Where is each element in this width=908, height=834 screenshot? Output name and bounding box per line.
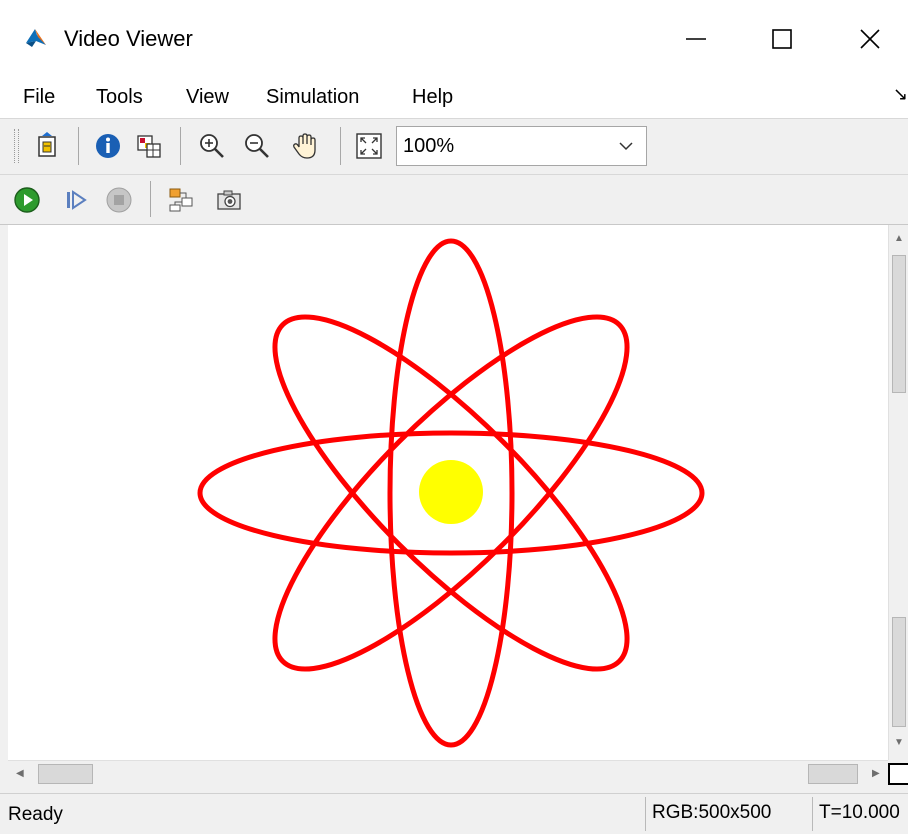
- stop-button[interactable]: [102, 183, 136, 217]
- menu-view[interactable]: View: [186, 82, 229, 112]
- scroll-down-arrow-icon[interactable]: ▼: [894, 737, 904, 748]
- vertical-scroll-thumb[interactable]: [892, 255, 906, 393]
- title-bar: Video Viewer: [0, 0, 908, 78]
- horizontal-scroll-thumb[interactable]: [38, 764, 93, 784]
- toolbar-simulation: [0, 175, 908, 225]
- minimize-button[interactable]: [652, 0, 740, 78]
- menu-help[interactable]: Help: [412, 82, 453, 112]
- menu-simulation[interactable]: Simulation: [266, 82, 359, 112]
- chevron-down-icon: [619, 142, 633, 151]
- status-bar: Ready RGB:500x500 T=10.000: [0, 793, 908, 834]
- zoom-level-dropdown[interactable]: 100%: [396, 126, 647, 166]
- zoom-out-button[interactable]: [240, 129, 274, 163]
- scroll-right-arrow-icon[interactable]: ▶: [872, 768, 880, 779]
- resize-corner[interactable]: [888, 763, 908, 785]
- toolbar-separator: [78, 127, 79, 165]
- run-button[interactable]: [10, 183, 44, 217]
- snapshot-camera-icon: [217, 190, 241, 210]
- zoom-in-icon: [200, 134, 224, 158]
- pan-button[interactable]: [288, 129, 322, 163]
- highlight-block-button[interactable]: [164, 183, 198, 217]
- menu-tools[interactable]: Tools: [96, 82, 143, 112]
- fit-to-view-button[interactable]: [352, 129, 386, 163]
- menu-file[interactable]: File: [23, 82, 55, 112]
- run-icon: [14, 187, 40, 213]
- toolbar-separator: [340, 127, 341, 165]
- toolbar-separator: [180, 127, 181, 165]
- info-button[interactable]: [91, 129, 125, 163]
- status-time: T=10.000: [812, 797, 908, 831]
- dock-arrow-icon[interactable]: ↘: [893, 84, 908, 105]
- status-text: Ready: [8, 804, 63, 825]
- pixel-region-icon: [137, 135, 161, 158]
- zoom-level-value: 100%: [403, 135, 455, 157]
- zoom-in-button[interactable]: [195, 129, 229, 163]
- video-display[interactable]: [8, 225, 888, 760]
- video-viewer-window: Video Viewer File Tools View Simulation …: [0, 0, 908, 834]
- info-icon: [96, 134, 120, 158]
- matlab-app-icon: [23, 25, 49, 51]
- scroll-left-arrow-icon[interactable]: ◀: [16, 768, 24, 779]
- maximize-button[interactable]: [738, 0, 826, 78]
- vertical-scrollbar[interactable]: ▲ ▼: [888, 225, 908, 760]
- stop-icon: [106, 187, 132, 213]
- minimize-icon: [686, 38, 706, 40]
- menu-bar: File Tools View Simulation Help ↘: [0, 78, 908, 118]
- maximize-icon: [772, 29, 792, 49]
- highlight-block-icon: [169, 188, 193, 212]
- zoom-out-icon: [245, 134, 269, 158]
- parameters-button[interactable]: [30, 129, 64, 163]
- horizontal-scroll-thumb-right[interactable]: [808, 764, 858, 784]
- toolbar-main: 100%: [0, 118, 908, 175]
- status-resolution: RGB:500x500: [645, 797, 811, 831]
- snapshot-button[interactable]: [212, 183, 246, 217]
- close-icon: [860, 29, 880, 49]
- horizontal-scrollbar[interactable]: ◀ ▶: [8, 760, 888, 786]
- pixel-region-button[interactable]: [132, 129, 166, 163]
- step-forward-button[interactable]: [58, 183, 92, 217]
- vertical-scroll-thumb-lower[interactable]: [892, 617, 906, 727]
- scroll-up-arrow-icon[interactable]: ▲: [894, 233, 904, 244]
- atom-frame: [197, 238, 705, 748]
- pan-hand-icon: [293, 133, 316, 159]
- fit-to-view-icon: [356, 133, 382, 159]
- window-title: Video Viewer: [64, 26, 193, 51]
- toolbar-grip[interactable]: [14, 129, 19, 163]
- parameters-icon: [38, 132, 56, 157]
- close-button[interactable]: [826, 0, 908, 78]
- nucleus: [419, 460, 483, 524]
- toolbar-separator: [150, 181, 151, 217]
- step-forward-icon: [67, 190, 87, 210]
